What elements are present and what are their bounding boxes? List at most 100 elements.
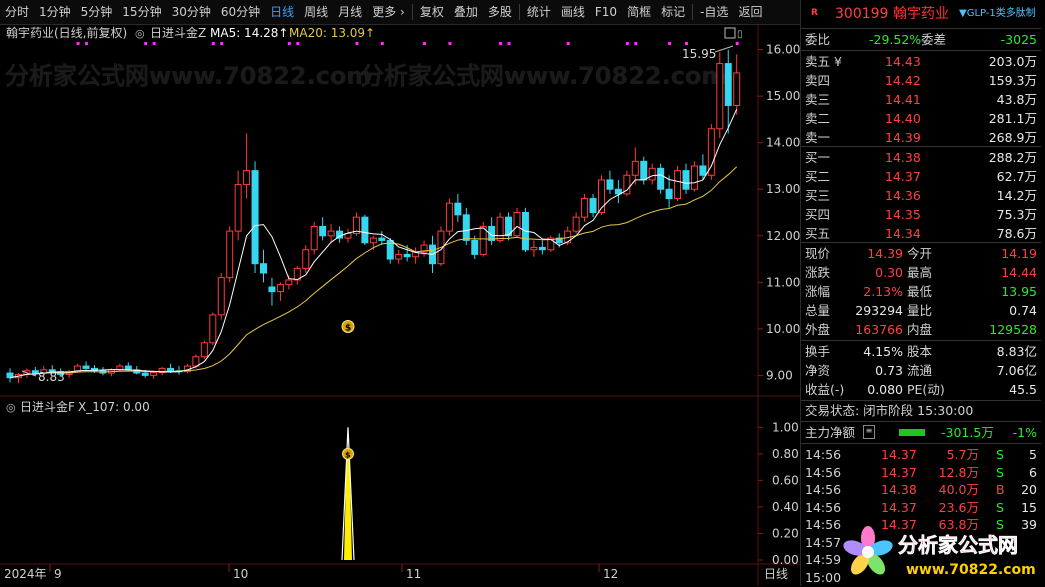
candle-body bbox=[302, 249, 310, 269]
quote-panel: R 300199 翰宇药业 ▼GLP-1类多肽制 委比 -29.52% 委差 -… bbox=[800, 0, 1045, 586]
signal-dot bbox=[355, 42, 359, 45]
indicator-name[interactable]: 日进斗金Z bbox=[150, 25, 206, 40]
maximize-icon[interactable] bbox=[724, 27, 736, 39]
candle-body bbox=[243, 170, 251, 186]
stat-value: 0.080 bbox=[867, 382, 903, 397]
candle-body bbox=[581, 198, 589, 218]
candle-body bbox=[682, 170, 690, 190]
stat-value: 163766 bbox=[855, 322, 903, 337]
toolbar-item[interactable]: 简框 bbox=[622, 0, 656, 24]
signal-dot bbox=[499, 42, 503, 45]
sub-axis-label: 0.40 bbox=[772, 500, 799, 514]
toolbar-item[interactable]: 返回 bbox=[733, 0, 767, 24]
r-badge: R bbox=[811, 8, 818, 18]
toolbar-item[interactable]: 15分钟 bbox=[117, 0, 166, 24]
sell-volume: 159.3万 bbox=[988, 73, 1037, 88]
buy-volume: 14.2万 bbox=[996, 188, 1037, 203]
toolbar-item[interactable]: 60分钟 bbox=[216, 0, 265, 24]
toolbar-item[interactable]: 1分钟 bbox=[34, 0, 76, 24]
ma5-legend: MA5: 14.28↑ bbox=[210, 26, 288, 40]
main-legend: 翰宇药业(日线,前复权) ◎ 日进斗金Z MA5: 14.28↑ MA20: 1… bbox=[6, 25, 743, 40]
tick-volume: 40.0万 bbox=[938, 482, 979, 497]
toolbar-item[interactable]: 分时 bbox=[0, 0, 34, 24]
ma20-legend: MA20: 13.09↑ bbox=[289, 26, 375, 40]
signal-dot bbox=[380, 42, 384, 45]
list-icon[interactable]: ≡ bbox=[863, 425, 875, 439]
candle-body bbox=[192, 356, 200, 367]
toolbar-item[interactable]: 画线 bbox=[556, 0, 590, 24]
sub-dot-icon[interactable]: ◎ bbox=[6, 401, 16, 414]
mainflow-label: 主力净额 bbox=[805, 425, 856, 440]
price-label: 12.00 bbox=[766, 229, 800, 243]
month-label: 12 bbox=[603, 567, 618, 581]
close-icon[interactable]: ▯ bbox=[737, 29, 743, 40]
sub-axis-label: 1.00 bbox=[772, 420, 799, 434]
tick-direction: B bbox=[996, 482, 1005, 497]
kline-chart[interactable]: 分析家公式网www.70822.com分析家公式网www.70822.com分析… bbox=[0, 24, 800, 586]
signal-dot bbox=[85, 42, 89, 45]
quote-row: 现价 14.39 今开 14.19 bbox=[801, 244, 1041, 263]
buy-volume: 288.2万 bbox=[988, 150, 1037, 165]
buy-price: 14.37 bbox=[885, 169, 921, 184]
stat-value: 8.83亿 bbox=[996, 344, 1037, 359]
toolbar-item[interactable]: 日线 bbox=[265, 0, 299, 24]
toolbar-item[interactable]: 标记 bbox=[656, 0, 690, 24]
tick-count: 5 bbox=[1029, 447, 1037, 462]
date-axis: 2024年 9 10 11 12 日线 bbox=[4, 564, 788, 581]
stat-value: 14.39 bbox=[867, 246, 903, 261]
candle-body bbox=[226, 230, 234, 279]
stat-label: 收益(-) bbox=[805, 382, 845, 397]
buy-level-label: 买二 bbox=[805, 169, 831, 184]
toolbar-item[interactable]: 统计 bbox=[522, 0, 556, 24]
candle-body bbox=[395, 253, 403, 260]
price-label: 9.00 bbox=[766, 368, 793, 382]
candle-body bbox=[251, 170, 259, 265]
toolbar-item[interactable]: 月线 bbox=[333, 0, 367, 24]
quote-row: 净资 0.73 流通 7.06亿 bbox=[801, 361, 1041, 380]
stat-label: 内盘 bbox=[907, 322, 933, 337]
sub-indicator-name[interactable]: 日进斗金F bbox=[20, 399, 75, 414]
candle-body bbox=[496, 216, 504, 241]
candle-body bbox=[479, 225, 487, 255]
buy-level-label: 买三 bbox=[805, 188, 831, 203]
quote-row: 14:56 14.37 23.6万 S 15 bbox=[801, 498, 1041, 517]
toolbar-item[interactable]: 复权 bbox=[415, 0, 449, 24]
price-label: 13.00 bbox=[766, 182, 800, 196]
price-label: 14.00 bbox=[766, 136, 800, 150]
candle-body bbox=[572, 216, 580, 232]
toolbar-item[interactable]: F10 bbox=[590, 0, 622, 24]
concept-tag[interactable]: ▼GLP-1类多肽制 bbox=[959, 4, 1041, 24]
stat-label: 涨幅 bbox=[805, 284, 831, 299]
logo-url: www.70822.com bbox=[906, 562, 1036, 578]
candle-body bbox=[657, 167, 665, 190]
quote-row: 卖二 14.40 281.1万 bbox=[801, 109, 1041, 128]
stat-label: 最低 bbox=[907, 284, 933, 299]
toolbar-item[interactable]: 多股 bbox=[483, 0, 517, 24]
candle-body bbox=[260, 263, 267, 274]
legend-dot-icon[interactable]: ◎ bbox=[135, 27, 145, 40]
svg-text:$: $ bbox=[345, 450, 351, 459]
sell-volume: 203.0万 bbox=[988, 54, 1037, 69]
site-logo: 分析家公式网 www.70822.com bbox=[838, 522, 1038, 582]
signal-dot bbox=[448, 42, 452, 45]
candle-body bbox=[724, 63, 732, 106]
candle-body bbox=[699, 165, 707, 176]
sell-price: 14.41 bbox=[885, 92, 921, 107]
toolbar-item[interactable]: 5分钟 bbox=[76, 0, 118, 24]
candle-body bbox=[665, 188, 673, 200]
stat-label: 流通 bbox=[907, 363, 933, 378]
tick-volume: 12.8万 bbox=[938, 464, 979, 480]
toolbar-item[interactable]: 30分钟 bbox=[167, 0, 216, 24]
trade-status: 交易状态: 闭市阶段 15:30:00 bbox=[805, 403, 974, 418]
stock-code: 300199 bbox=[835, 6, 889, 22]
price-axis: 16.00 15.00 14.00 13.00 12.00 11.00 10.00 9.00 bbox=[21, 43, 800, 382]
toolbar-item[interactable]: -自选 bbox=[695, 0, 733, 24]
candle-body bbox=[369, 237, 377, 244]
sell-level-label: 卖四 bbox=[805, 73, 831, 88]
toolbar-item[interactable]: 周线 bbox=[299, 0, 333, 24]
toolbar-item[interactable]: 更多 › bbox=[367, 0, 410, 24]
toolbar-item[interactable]: 叠加 bbox=[449, 0, 483, 24]
quote-row: 外盘 163766 内盘 129528 bbox=[801, 320, 1041, 339]
candle-body bbox=[606, 179, 614, 190]
candle-body bbox=[327, 230, 335, 237]
